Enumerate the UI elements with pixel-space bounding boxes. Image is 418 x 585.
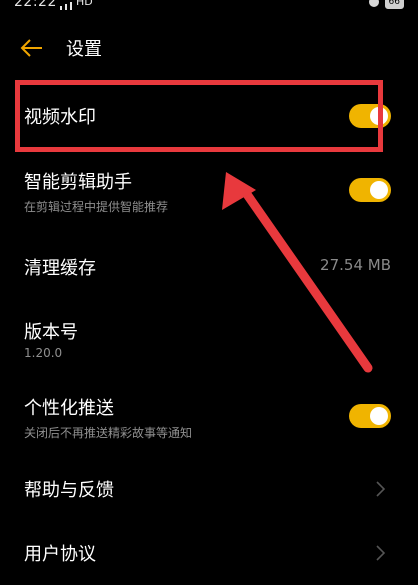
back-arrow-icon [20, 39, 42, 57]
back-button[interactable] [20, 38, 44, 58]
version-title: 版本号 [24, 322, 78, 343]
header: 设置 [0, 30, 418, 66]
chevron-right-icon [376, 545, 386, 561]
page-title: 设置 [66, 39, 102, 60]
setting-user-agreement[interactable]: 用户协议 [0, 538, 418, 568]
clear-cache-title: 清理缓存 [24, 258, 96, 279]
status-time: 22:22 [14, 0, 57, 10]
status-bar: 22:22 HD 66 [0, 0, 418, 14]
personalized-push-subtitle: 关闭后不再推送精彩故事等通知 [24, 426, 193, 440]
alarm-icon [368, 0, 379, 7]
battery-icon: 66 [384, 0, 404, 9]
highlight-box-annotation [15, 80, 383, 152]
signal-icon [60, 0, 72, 10]
network-type: HD [76, 0, 93, 8]
smart-edit-subtitle: 在剪辑过程中提供智能推荐 [24, 200, 169, 214]
setting-smart-edit: 智能剪辑助手 在剪辑过程中提供智能推荐 [0, 168, 418, 218]
user-agreement-title: 用户协议 [24, 544, 96, 565]
setting-personalized-push: 个性化推送 关闭后不再推送精彩故事等通知 [0, 394, 418, 444]
cache-size-value: 27.54 MB [320, 256, 391, 274]
setting-version: 版本号 1.20.0 [0, 318, 418, 366]
version-number: 1.20.0 [24, 346, 63, 360]
setting-help-feedback[interactable]: 帮助与反馈 [0, 474, 418, 504]
toggle-knob [370, 181, 388, 199]
smart-edit-toggle[interactable] [349, 178, 391, 202]
toggle-knob [370, 407, 388, 425]
help-feedback-title: 帮助与反馈 [24, 480, 114, 501]
chevron-right-icon [376, 481, 386, 497]
personalized-push-title: 个性化推送 [24, 398, 114, 419]
setting-clear-cache[interactable]: 清理缓存 27.54 MB [0, 250, 418, 284]
smart-edit-title: 智能剪辑助手 [24, 172, 132, 193]
personalized-push-toggle[interactable] [349, 404, 391, 428]
